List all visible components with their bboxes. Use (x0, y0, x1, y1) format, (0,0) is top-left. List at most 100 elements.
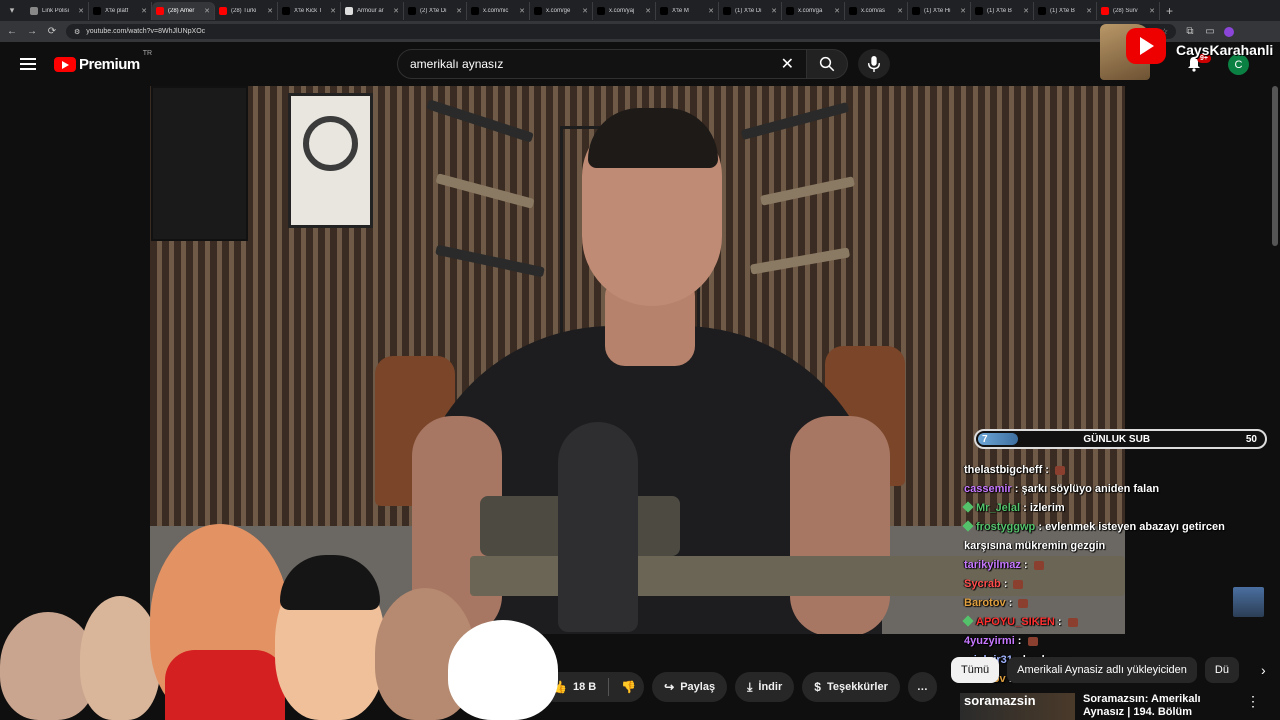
chat-username: cassemir (964, 483, 1012, 495)
browser-tab[interactable]: (2) X'te Di ✕ (404, 1, 467, 20)
screen: ▾ Link Polisi ✕ X'te platf ✕ (28) Amer ✕ (28) … (0, 0, 1280, 720)
download-icon: ⤓ (747, 679, 753, 694)
tab-title: Link Polisi (42, 7, 70, 14)
tab-close-icon[interactable]: ✕ (267, 7, 273, 15)
chat-username: Mr_Jelal (976, 502, 1021, 514)
back-icon[interactable]: ← (6, 26, 18, 37)
video-actions: 👍 18 B 👎 ↪ Paylaş ⤓ İndir $ Teşekkürler … (540, 672, 937, 702)
tab-close-icon[interactable]: ✕ (582, 7, 588, 15)
site-info-icon[interactable]: ⚙ (74, 28, 80, 36)
browser-tab[interactable]: (28) Amer ✕ (152, 1, 215, 20)
reload-icon[interactable]: ⟳ (46, 26, 58, 37)
browser-tab[interactable]: Armour ar ✕ (341, 1, 404, 20)
youtube-logo[interactable]: Premium TR (54, 50, 152, 73)
search-button[interactable] (807, 49, 848, 79)
browser-tab[interactable]: (1) X'te B ✕ (1034, 1, 1097, 20)
browser-tab[interactable]: (1) X'te B ✕ (971, 1, 1034, 20)
tab-favicon-icon (471, 6, 479, 15)
recommended-title[interactable]: Soramazsın: Amerikalı Aynasız | 194. Böl… (1083, 693, 1238, 720)
browser-tab[interactable]: x.com/yaj ✕ (593, 1, 656, 20)
filter-chip[interactable]: Tümü (951, 657, 1000, 683)
tab-close-icon[interactable]: ✕ (141, 7, 147, 15)
tab-close-icon[interactable]: ✕ (771, 7, 777, 15)
browser-tab[interactable]: x.com/ga ✕ (782, 1, 845, 20)
tab-title: (28) Amer (168, 7, 195, 14)
more-actions-button[interactable]: … (907, 672, 937, 702)
share-button[interactable]: ↪ Paylaş (652, 672, 728, 702)
browser-tab[interactable]: x.com/as ✕ (845, 1, 908, 20)
tab-close-icon[interactable]: ✕ (1086, 7, 1092, 15)
tab-close-icon[interactable]: ✕ (960, 7, 966, 15)
more-icon: … (916, 681, 928, 693)
tab-close-icon[interactable]: ✕ (834, 7, 840, 15)
youtube-play-icon (1126, 28, 1166, 64)
browser-tab[interactable]: (28) Surv ✕ (1097, 1, 1160, 20)
streamer-logo: CaysKarahanli (1100, 24, 1280, 84)
tab-favicon-icon (660, 6, 668, 15)
tab-close-icon[interactable]: ✕ (1023, 7, 1029, 15)
tab-close-icon[interactable]: ✕ (78, 7, 84, 15)
chat-message: Barotov : (964, 594, 1274, 613)
chat-username: tarikyilmaz (964, 559, 1021, 571)
chat-separator: : (1000, 578, 1011, 590)
tab-favicon-icon (1038, 6, 1046, 15)
scrollbar[interactable] (1272, 86, 1278, 246)
tab-favicon-icon (156, 6, 164, 15)
tab-close-icon[interactable]: ✕ (204, 7, 210, 15)
tab-favicon-icon (849, 6, 857, 15)
browser-tab[interactable]: (28) Turki ✕ (215, 1, 278, 20)
more-vert-icon[interactable]: ⋮ (1246, 693, 1260, 720)
browser-tab[interactable]: X'te platf ✕ (89, 1, 152, 20)
browser-tab[interactable]: x.com/ge ✕ (530, 1, 593, 20)
search-input[interactable]: amerikalı aynasız ✕ (397, 49, 807, 79)
emote-icon (1067, 617, 1078, 627)
tab-search-icon[interactable]: ▾ (4, 3, 20, 19)
chat-message: cassemir : şarkı söylüyo aniden falan (964, 480, 1274, 499)
chat-separator: : (1020, 502, 1030, 514)
recommended-video[interactable]: soramazsin Soramazsın: Amerikalı Aynasız… (960, 693, 1260, 720)
tab-favicon-icon (597, 6, 605, 15)
browser-tab[interactable]: (1) X'te Di ✕ (719, 1, 782, 20)
forward-icon[interactable]: → (26, 26, 38, 37)
address-bar[interactable]: ⚙ youtube.com/watch?v=8WhJlUNpXOc ☆ (66, 24, 1176, 39)
wall-poster (151, 86, 248, 241)
tab-close-icon[interactable]: ✕ (645, 7, 651, 15)
new-tab-button[interactable]: + (1166, 4, 1173, 18)
youtube-header: Premium TR amerikalı aynasız ✕ 9+ C (0, 42, 1280, 86)
voice-search-button[interactable] (858, 49, 890, 79)
tab-close-icon[interactable]: ✕ (330, 7, 336, 15)
filter-chip[interactable]: Dü (1204, 657, 1239, 683)
thanks-button[interactable]: $ Teşekkürler (802, 672, 900, 702)
dislike-icon[interactable]: 👎 (621, 680, 636, 694)
tab-favicon-icon (534, 6, 542, 15)
tab-close-icon[interactable]: ✕ (519, 7, 525, 15)
cartoon-avatar (165, 650, 285, 720)
browser-tab[interactable]: Link Polisi ✕ (26, 1, 89, 20)
tab-favicon-icon (723, 6, 731, 15)
tab-close-icon[interactable]: ✕ (897, 7, 903, 15)
mini-cam (1233, 587, 1264, 617)
browser-tab[interactable]: (1) X'te Hi ✕ (908, 1, 971, 20)
browser-tab[interactable]: X'te Kick T ✕ (278, 1, 341, 20)
tab-close-icon[interactable]: ✕ (1149, 7, 1155, 15)
sub-goal-bar: 7 GÜNLUK SUB 50 (974, 429, 1267, 449)
tab-title: (2) X'te Di (420, 7, 447, 14)
browser-tab[interactable]: X'te M ✕ (656, 1, 719, 20)
chevron-right-icon[interactable]: › (1261, 662, 1266, 678)
tab-close-icon[interactable]: ✕ (456, 7, 462, 15)
tab-close-icon[interactable]: ✕ (393, 7, 399, 15)
emote-icon (1013, 579, 1024, 589)
recommended-thumbnail[interactable]: soramazsin (960, 693, 1075, 720)
tab-close-icon[interactable]: ✕ (708, 7, 714, 15)
browser-tab[interactable]: x.com/nic ✕ (467, 1, 530, 20)
like-count: 18 B (572, 681, 597, 693)
chat-message: tarikyilmaz : (964, 556, 1274, 575)
tab-favicon-icon (30, 6, 38, 15)
logo-text: Premium (79, 55, 140, 73)
close-icon[interactable]: ✕ (781, 54, 794, 74)
filter-chip[interactable]: Amerikali Aynasiz adlı yükleyiciden (1007, 657, 1197, 683)
chat-username: 4yuzyirmi (964, 635, 1015, 647)
download-button[interactable]: ⤓ İndir (735, 672, 795, 702)
browser-toolbar: ← → ⟳ ⚙ youtube.com/watch?v=8WhJlUNpXOc … (0, 21, 1280, 42)
hamburger-icon[interactable] (20, 58, 36, 70)
